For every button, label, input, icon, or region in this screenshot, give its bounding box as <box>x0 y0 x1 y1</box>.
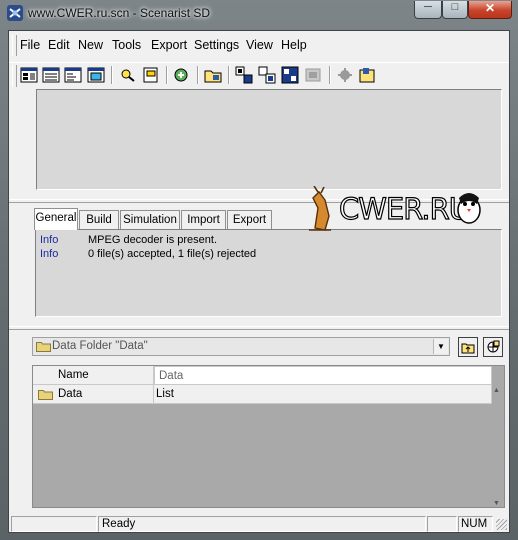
resize-grip[interactable] <box>496 519 507 530</box>
tab-export[interactable]: Export <box>227 210 272 229</box>
tab-simulation[interactable]: Simulation <box>120 210 180 229</box>
settings-disabled-icon[interactable] <box>336 66 354 84</box>
penguin-icon <box>457 193 481 224</box>
menu-file[interactable]: File <box>20 38 40 52</box>
minimize-button[interactable]: ─ <box>414 1 442 19</box>
browse-icon <box>487 340 500 353</box>
status-bar: Ready NUM <box>9 514 509 532</box>
toolbar-grip[interactable] <box>12 65 17 87</box>
chevron-down-icon[interactable]: ▼ <box>433 339 448 354</box>
toolbar <box>9 62 509 89</box>
scenarist-app-icon[interactable] <box>7 5 23 21</box>
properties-icon[interactable] <box>142 66 160 84</box>
tab-import[interactable]: Import <box>181 210 226 229</box>
watermark: CWER.RU <box>305 186 505 234</box>
menubar-grip[interactable] <box>12 35 17 56</box>
goat-mascot-icon <box>309 186 331 231</box>
combo-value: Data Folder "Data" <box>52 340 148 352</box>
status-text: Ready <box>98 516 426 532</box>
maximize-button[interactable]: □ <box>442 1 468 19</box>
menu-new[interactable]: New <box>78 38 103 52</box>
status-pane-empty <box>11 516 97 532</box>
menu-edit[interactable]: Edit <box>48 38 70 52</box>
import-icon[interactable] <box>358 66 376 84</box>
close-icon: ✕ <box>484 1 496 15</box>
menu-settings[interactable]: Settings <box>194 38 239 52</box>
vertical-scrollbar[interactable]: ▲ ▼ <box>489 386 504 508</box>
scroll-down-icon[interactable]: ▼ <box>493 500 500 507</box>
toolbar-separator <box>228 66 230 84</box>
top-panel <box>9 88 509 198</box>
row-value[interactable]: List <box>154 385 492 404</box>
menu-tools[interactable]: Tools <box>112 38 141 52</box>
monitor-icon[interactable] <box>87 66 105 84</box>
disabled-icon[interactable] <box>304 66 322 84</box>
add-track-icon[interactable] <box>235 66 253 84</box>
menu-export[interactable]: Export <box>151 38 187 52</box>
menu-help[interactable]: Help <box>281 38 307 52</box>
window-title: www.CWER.ru.scn - Scenarist SD <box>28 6 211 20</box>
add-item-icon[interactable] <box>258 66 276 84</box>
compile-icon[interactable] <box>172 66 190 84</box>
title-bar[interactable]: www.CWER.ru.scn - Scenarist SD ─ □ ✕ <box>0 0 518 26</box>
open-folder-icon[interactable] <box>204 66 222 84</box>
toolbar-separator <box>329 66 331 84</box>
toolbar-separator <box>197 66 199 84</box>
close-button[interactable]: ✕ <box>468 1 512 19</box>
browse-button[interactable] <box>483 337 503 357</box>
minimize-icon: ─ <box>424 1 432 13</box>
list-view-icon[interactable] <box>64 66 82 84</box>
tab-build[interactable]: Build <box>79 210 119 229</box>
tab-general[interactable]: General <box>34 208 78 230</box>
top-panel-content <box>36 89 502 190</box>
log-message: MPEG decoder is present. <box>88 234 218 246</box>
menu-bar: File Edit New Tools Export Settings View… <box>9 31 509 60</box>
log-type: Info <box>40 248 59 260</box>
watermark-text: CWER.RU <box>338 191 470 226</box>
table-row[interactable]: Data <box>33 385 154 404</box>
toolbar-separator <box>166 66 168 84</box>
up-folder-button[interactable] <box>458 337 478 357</box>
log-type: Info <box>40 234 59 246</box>
log-message: 0 file(s) accepted, 1 file(s) rejected <box>88 248 257 260</box>
folder-icon <box>36 342 51 352</box>
status-pane-caps <box>427 516 457 532</box>
grid-header-name[interactable]: Name <box>33 366 154 385</box>
link-icon[interactable] <box>281 66 299 84</box>
client-area: File Edit New Tools Export Settings View… <box>8 30 510 533</box>
table-view-icon[interactable] <box>42 66 60 84</box>
splitter-bottom[interactable] <box>9 326 509 330</box>
layout-view-icon[interactable] <box>20 66 38 84</box>
app-window: www.CWER.ru.scn - Scenarist SD ─ □ ✕ Fil… <box>0 0 518 540</box>
scroll-up-icon[interactable]: ▲ <box>493 387 500 394</box>
row-name: Data <box>58 388 83 400</box>
output-log: Info MPEG decoder is present. Info 0 fil… <box>35 229 502 317</box>
status-num: NUM <box>458 516 493 532</box>
data-grid: Name Data Data List ▲ ▼ <box>32 365 505 508</box>
grid-header-value-field[interactable]: Data <box>154 366 492 385</box>
folder-icon <box>38 390 53 400</box>
find-icon[interactable] <box>119 66 137 84</box>
toolbar-separator <box>111 66 113 84</box>
up-folder-icon <box>461 343 475 354</box>
menu-view[interactable]: View <box>246 38 273 52</box>
maximize-icon: □ <box>451 1 459 13</box>
data-folder-combo[interactable]: Data Folder "Data" ▼ <box>32 337 450 356</box>
